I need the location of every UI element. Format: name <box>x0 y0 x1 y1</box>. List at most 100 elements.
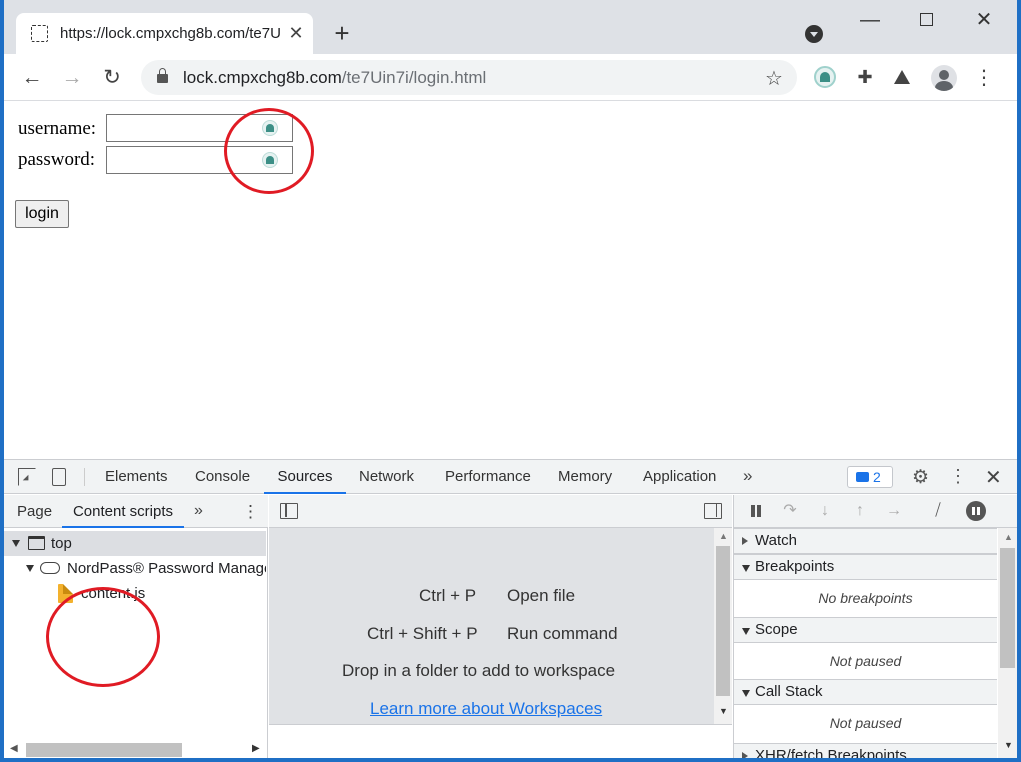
url-text[interactable]: lock.cmpxchg8b.com/te7Uin7i/login.html <box>183 68 486 88</box>
navigator-menu-icon[interactable]: ⋮ <box>242 495 259 528</box>
nordpass-extension-icon[interactable] <box>814 66 836 88</box>
minimize-button[interactable]: — <box>847 4 893 36</box>
bookmark-star-icon[interactable]: ☆ <box>765 66 783 91</box>
tab-title: https://lock.cmpxchg8b.com/te7Uin7i/logi… <box>60 25 280 42</box>
expanded-arrow-icon <box>742 565 750 572</box>
call-stack-empty: Not paused <box>829 715 902 731</box>
settings-gear-icon[interactable]: ⚙ <box>912 466 929 489</box>
scrollbar-thumb[interactable] <box>716 546 730 696</box>
browser-window: https://lock.cmpxchg8b.com/te7Uin7i/logi… <box>4 0 1017 758</box>
editor-footer <box>269 724 732 758</box>
tab-application[interactable]: Application <box>643 460 716 494</box>
expanded-arrow-icon <box>742 690 750 697</box>
expanded-arrow-icon <box>742 628 750 635</box>
editor-placeholder: Ctrl + P Open file Ctrl + Shift + P Run … <box>269 528 714 724</box>
section-call-stack[interactable]: Call Stack <box>734 679 997 705</box>
toggle-debugger-icon[interactable] <box>704 503 722 519</box>
tree-item-extension[interactable]: NordPass® Password Manager <box>4 556 266 581</box>
shortcut-action: Open file <box>507 586 576 605</box>
scope-empty: Not paused <box>829 653 902 669</box>
issues-badge[interactable]: 2 <box>847 466 893 488</box>
toggle-navigator-icon[interactable] <box>280 503 298 519</box>
extensions-puzzle-icon[interactable]: ✚ <box>854 66 876 88</box>
expand-arrow-icon[interactable] <box>26 565 34 572</box>
labs-flask-icon[interactable] <box>894 70 910 84</box>
workspaces-link[interactable]: Learn more about Workspaces <box>370 699 602 719</box>
devtools-close-icon[interactable]: ✕ <box>985 465 1002 490</box>
shortcut-action: Run command <box>507 624 618 643</box>
inspect-element-icon[interactable] <box>18 468 36 486</box>
tab-network[interactable]: Network <box>359 460 414 494</box>
annotation-circle <box>46 587 160 687</box>
scrollbar-thumb[interactable] <box>26 743 182 757</box>
tab-sources[interactable]: Sources <box>264 460 346 494</box>
editor-vertical-scrollbar[interactable]: ▲ ▼ <box>714 528 732 724</box>
tab-memory[interactable]: Memory <box>558 460 612 494</box>
debugger-vertical-scrollbar[interactable]: ▲ ▼ <box>998 528 1017 758</box>
breakpoints-empty: No breakpoints <box>818 590 913 606</box>
sources-navigator: Page Content scripts » ⋮ top NordPass® P… <box>4 495 268 758</box>
pause-on-exceptions-icon[interactable] <box>966 501 986 521</box>
pause-icon[interactable] <box>746 501 766 521</box>
editor-toolbar <box>269 495 732 528</box>
username-label: username: <box>18 118 97 139</box>
password-label: password: <box>18 149 96 170</box>
debugger-toolbar: ↷ ↓ ↑ → ⧸ <box>734 495 1017 528</box>
page-content: username: password: login <box>4 101 1017 459</box>
more-tabs-icon[interactable]: » <box>743 460 752 494</box>
drop-folder-hint: Drop in a folder to add to workspace <box>342 661 616 680</box>
tab-close-icon[interactable]: ✕ <box>286 22 306 44</box>
step-into-icon[interactable]: ↓ <box>815 501 835 521</box>
tab-strip: https://lock.cmpxchg8b.com/te7Uin7i/logi… <box>4 0 1017 54</box>
separator <box>84 468 85 486</box>
section-watch[interactable]: Watch <box>734 528 997 554</box>
page-favicon-icon <box>31 25 48 42</box>
browser-toolbar: ← → ↻ lock.cmpxchg8b.com/te7Uin7i/login.… <box>4 54 1017 101</box>
frame-icon <box>28 536 45 550</box>
expand-arrow-icon[interactable] <box>12 540 20 547</box>
debugger-sidebar: ↷ ↓ ↑ → ⧸ Watch Breakpoints No breakpoin… <box>733 495 1017 758</box>
maximize-button[interactable] <box>903 4 949 36</box>
address-bar[interactable]: lock.cmpxchg8b.com/te7Uin7i/login.html ☆ <box>141 60 797 95</box>
devtools-tab-bar: Elements Console Sources Network Perform… <box>4 460 1017 494</box>
window-close-button[interactable]: ✕ <box>961 4 1007 36</box>
tree-item-top[interactable]: top <box>4 531 266 556</box>
cloud-icon <box>40 562 60 574</box>
shortcut-keys: Ctrl + P <box>419 586 477 605</box>
issues-icon <box>856 472 869 482</box>
deactivate-breakpoints-icon[interactable]: ⧸ <box>928 501 948 521</box>
device-toolbar-icon[interactable] <box>52 468 66 486</box>
tab-performance[interactable]: Performance <box>445 460 531 494</box>
section-scope[interactable]: Scope <box>734 617 997 643</box>
tab-content-scripts[interactable]: Content scripts <box>62 495 184 528</box>
step-icon[interactable]: → <box>884 501 904 521</box>
sources-editor: Ctrl + P Open file Ctrl + Shift + P Run … <box>269 495 732 758</box>
browser-menu-icon[interactable]: ⋮ <box>972 65 996 91</box>
more-navigator-tabs-icon[interactable]: » <box>194 495 203 526</box>
scrollbar-thumb[interactable] <box>1000 548 1015 668</box>
reload-button[interactable]: ↻ <box>98 64 126 92</box>
forward-button[interactable]: → <box>58 64 86 92</box>
login-button[interactable]: login <box>15 200 69 228</box>
back-button[interactable]: ← <box>18 64 46 92</box>
tab-search-icon[interactable] <box>805 25 823 43</box>
profile-avatar[interactable] <box>931 65 957 91</box>
browser-tab[interactable]: https://lock.cmpxchg8b.com/te7Uin7i/logi… <box>16 13 313 54</box>
new-tab-button[interactable]: + <box>328 20 356 48</box>
navigator-horizontal-scrollbar[interactable]: ◀ ▶ <box>4 739 266 757</box>
devtools-panel: Elements Console Sources Network Perform… <box>4 459 1017 758</box>
tab-elements[interactable]: Elements <box>105 460 168 494</box>
lock-icon[interactable] <box>157 68 168 83</box>
navigator-tab-bar: Page Content scripts » ⋮ <box>4 495 268 528</box>
section-breakpoints[interactable]: Breakpoints <box>734 554 997 580</box>
shortcut-keys: Ctrl + Shift + P <box>367 624 478 643</box>
annotation-circle <box>224 108 314 194</box>
step-out-icon[interactable]: ↑ <box>850 501 870 521</box>
collapsed-arrow-icon <box>742 752 748 758</box>
section-xhr-breakpoints[interactable]: XHR/fetch Breakpoints <box>734 743 997 758</box>
step-over-icon[interactable]: ↷ <box>780 501 800 521</box>
tab-console[interactable]: Console <box>195 460 250 494</box>
collapsed-arrow-icon <box>742 537 748 545</box>
tab-page[interactable]: Page <box>17 495 52 528</box>
devtools-menu-icon[interactable]: ⋮ <box>949 466 967 487</box>
